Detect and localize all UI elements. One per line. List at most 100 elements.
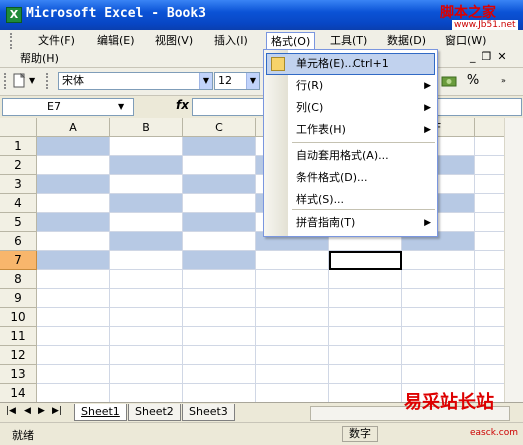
cell-e13[interactable] xyxy=(329,365,402,384)
cell-a3[interactable] xyxy=(37,175,110,194)
cell-d11[interactable] xyxy=(256,327,329,346)
insert-function-icon[interactable]: fx xyxy=(176,98,189,112)
menu-help[interactable]: 帮助(H) xyxy=(16,50,63,68)
cell-f11[interactable] xyxy=(402,327,475,346)
format-menu-item-1[interactable]: 行(R) ▶ xyxy=(266,75,435,97)
minimize-icon[interactable]: _ xyxy=(470,50,482,63)
format-menu-item-4[interactable]: 自动套用格式(A)... xyxy=(266,145,435,167)
cell-a9[interactable] xyxy=(37,289,110,308)
cell-g12[interactable] xyxy=(475,346,504,365)
cell-a4[interactable] xyxy=(37,194,110,213)
row-header-6[interactable]: 6 xyxy=(0,232,37,251)
cell-e14[interactable] xyxy=(329,384,402,402)
cell-c7[interactable] xyxy=(183,251,256,270)
chevron-down-icon[interactable]: ▼ xyxy=(246,73,259,89)
cell-b6[interactable] xyxy=(110,232,183,251)
cell-g2[interactable] xyxy=(475,156,504,175)
name-box[interactable]: E7 xyxy=(2,98,134,116)
cell-e10[interactable] xyxy=(329,308,402,327)
cell-e7[interactable] xyxy=(329,251,402,270)
cell-b12[interactable] xyxy=(110,346,183,365)
percent-style-button[interactable]: % xyxy=(464,72,482,90)
currency-icon[interactable] xyxy=(440,72,458,90)
cell-g10[interactable] xyxy=(475,308,504,327)
new-dropdown-icon[interactable]: ▼ xyxy=(28,72,38,90)
cell-b7[interactable] xyxy=(110,251,183,270)
cell-f8[interactable] xyxy=(402,270,475,289)
cell-c11[interactable] xyxy=(183,327,256,346)
cell-f7[interactable] xyxy=(402,251,475,270)
prev-sheet-icon[interactable]: ◀ xyxy=(24,406,31,416)
excel-app-icon[interactable]: X xyxy=(6,7,22,23)
cell-g11[interactable] xyxy=(475,327,504,346)
menu-data[interactable]: 数据(D) xyxy=(383,32,430,50)
cell-a13[interactable] xyxy=(37,365,110,384)
cell-b5[interactable] xyxy=(110,213,183,232)
format-menu-item-2[interactable]: 列(C) ▶ xyxy=(266,97,435,119)
vertical-scrollbar[interactable] xyxy=(504,118,523,402)
cell-a11[interactable] xyxy=(37,327,110,346)
cell-b13[interactable] xyxy=(110,365,183,384)
cell-f12[interactable] xyxy=(402,346,475,365)
cell-d8[interactable] xyxy=(256,270,329,289)
row-header-10[interactable]: 10 xyxy=(0,308,37,327)
new-document-icon[interactable] xyxy=(10,72,28,90)
cell-a6[interactable] xyxy=(37,232,110,251)
cell-g4[interactable] xyxy=(475,194,504,213)
last-sheet-icon[interactable]: ▶| xyxy=(52,406,62,416)
cell-d7[interactable] xyxy=(256,251,329,270)
menu-file[interactable]: 文件(F) xyxy=(34,32,79,50)
font-size-select[interactable]: 12 ▼ xyxy=(214,72,260,90)
format-menu-item-7[interactable]: 拼音指南(T) ▶ xyxy=(266,212,435,234)
restore-icon[interactable]: ❐ xyxy=(482,50,498,63)
cell-f10[interactable] xyxy=(402,308,475,327)
cell-d13[interactable] xyxy=(256,365,329,384)
font-name-select[interactable]: 宋体 ▼ xyxy=(58,72,213,90)
format-menu-item-6[interactable]: 样式(S)... xyxy=(266,189,435,211)
cell-b8[interactable] xyxy=(110,270,183,289)
toolbar-grip-font[interactable] xyxy=(46,73,49,89)
cell-b14[interactable] xyxy=(110,384,183,402)
cell-d12[interactable] xyxy=(256,346,329,365)
row-header-1[interactable]: 1 xyxy=(0,137,37,156)
row-header-4[interactable]: 4 xyxy=(0,194,37,213)
cell-a10[interactable] xyxy=(37,308,110,327)
row-header-11[interactable]: 11 xyxy=(0,327,37,346)
row-header-14[interactable]: 14 xyxy=(0,384,37,402)
row-header-8[interactable]: 8 xyxy=(0,270,37,289)
menu-tools[interactable]: 工具(T) xyxy=(326,32,371,50)
chevron-down-icon[interactable]: ▼ xyxy=(199,73,212,89)
cell-c1[interactable] xyxy=(183,137,256,156)
menu-view[interactable]: 视图(V) xyxy=(151,32,197,50)
cell-c3[interactable] xyxy=(183,175,256,194)
menu-window[interactable]: 窗口(W) xyxy=(441,32,490,50)
cell-c6[interactable] xyxy=(183,232,256,251)
cell-c10[interactable] xyxy=(183,308,256,327)
cell-c13[interactable] xyxy=(183,365,256,384)
cell-f9[interactable] xyxy=(402,289,475,308)
cell-c4[interactable] xyxy=(183,194,256,213)
row-header-5[interactable]: 5 xyxy=(0,213,37,232)
cell-c14[interactable] xyxy=(183,384,256,402)
cell-b10[interactable] xyxy=(110,308,183,327)
cell-a1[interactable] xyxy=(37,137,110,156)
toolbar-grip[interactable] xyxy=(4,73,7,89)
cell-a5[interactable] xyxy=(37,213,110,232)
column-header-a[interactable]: A xyxy=(37,118,110,137)
cell-b4[interactable] xyxy=(110,194,183,213)
cell-g9[interactable] xyxy=(475,289,504,308)
cell-g6[interactable] xyxy=(475,232,504,251)
menu-insert[interactable]: 插入(I) xyxy=(210,32,252,50)
row-header-3[interactable]: 3 xyxy=(0,175,37,194)
cell-d10[interactable] xyxy=(256,308,329,327)
first-sheet-icon[interactable]: |◀ xyxy=(6,406,16,416)
cell-a7[interactable] xyxy=(37,251,110,270)
menu-edit[interactable]: 编辑(E) xyxy=(93,32,139,50)
cell-e12[interactable] xyxy=(329,346,402,365)
cell-a2[interactable] xyxy=(37,156,110,175)
cell-e9[interactable] xyxy=(329,289,402,308)
cell-c2[interactable] xyxy=(183,156,256,175)
cell-f13[interactable] xyxy=(402,365,475,384)
format-menu-item-3[interactable]: 工作表(H) ▶ xyxy=(266,119,435,141)
cell-a12[interactable] xyxy=(37,346,110,365)
